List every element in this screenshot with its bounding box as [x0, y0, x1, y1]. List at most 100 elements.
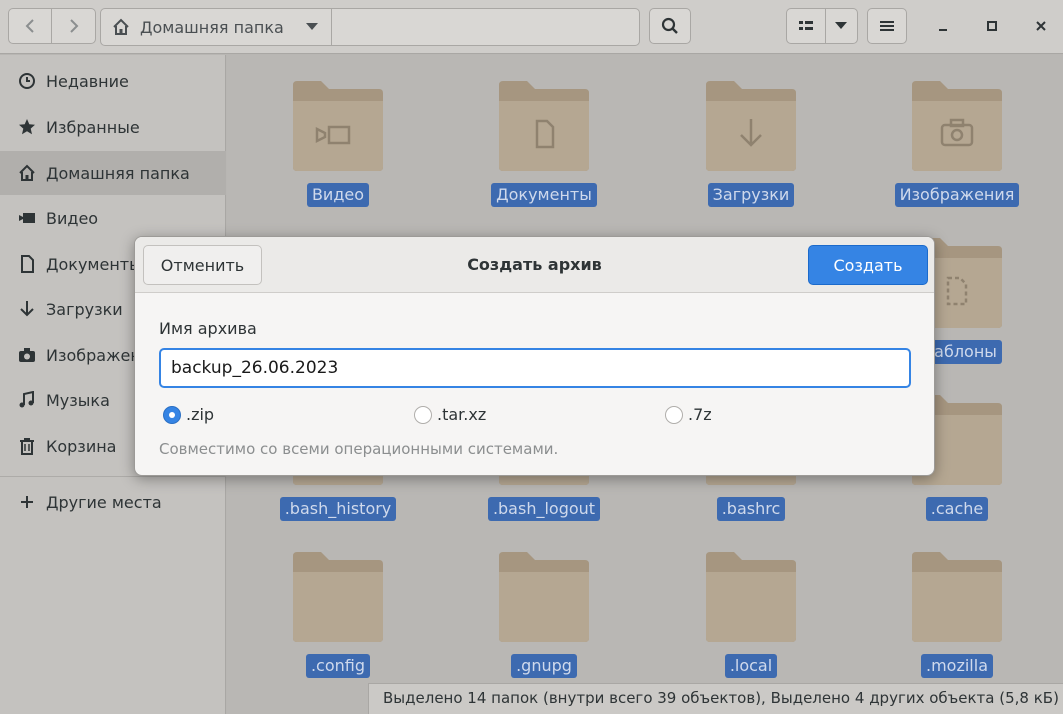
- compatibility-hint: Совместимо со всеми операционными систем…: [159, 440, 559, 458]
- close-icon: [1036, 21, 1046, 31]
- folder-icon: [293, 552, 383, 642]
- camera-icon: [17, 345, 37, 365]
- file-item[interactable]: .mozilla: [867, 526, 1047, 678]
- folder-icon: [912, 552, 1002, 642]
- sidebar-item-label: Документы: [46, 254, 142, 274]
- sidebar-item-other-locations[interactable]: Другие места: [0, 480, 226, 524]
- sidebar-item-label: Загрузки: [46, 299, 123, 319]
- view-buttons: [786, 8, 858, 44]
- file-label: .bash_logout: [487, 497, 601, 521]
- file-label: .config: [305, 654, 371, 678]
- close-button[interactable]: [1027, 12, 1055, 40]
- file-label: .bash_history: [279, 497, 397, 521]
- maximize-button[interactable]: [978, 12, 1006, 40]
- search-button[interactable]: [649, 8, 691, 44]
- sidebar-item-starred[interactable]: Избранные: [0, 105, 226, 149]
- download-icon: [17, 299, 37, 319]
- trash-icon: [17, 436, 37, 456]
- file-label: .mozilla: [921, 654, 993, 678]
- file-label-wrap: .local: [661, 654, 841, 678]
- sidebar-item-label: Корзина: [46, 436, 117, 456]
- radio-label: .zip: [186, 405, 215, 424]
- list-view-button[interactable]: [787, 8, 826, 44]
- view-options-button[interactable]: [826, 8, 857, 44]
- file-item[interactable]: Загрузки: [661, 55, 841, 207]
- create-button[interactable]: Создать: [808, 245, 928, 285]
- chevron-right-icon: [69, 19, 78, 33]
- format-zip-radio[interactable]: .zip: [163, 405, 214, 424]
- file-item[interactable]: Видео: [248, 55, 428, 207]
- dialog-header: Отменить Создать архив Создать: [135, 237, 934, 293]
- plus-icon: [17, 492, 37, 512]
- folder-icon: [706, 81, 796, 171]
- sidebar-item-label: Другие места: [46, 492, 162, 512]
- home-icon: [113, 18, 129, 35]
- file-item[interactable]: .gnupg: [454, 526, 634, 678]
- file-item[interactable]: .config: [248, 526, 428, 678]
- chevron-left-icon: [25, 19, 34, 33]
- file-label-wrap: Документы: [454, 183, 634, 207]
- music-icon: [17, 390, 37, 410]
- path-bar-empty[interactable]: [332, 9, 639, 45]
- file-label: .cache: [925, 497, 989, 521]
- archive-name-label: Имя архива: [159, 319, 257, 338]
- file-label-wrap: .bash_history: [248, 497, 428, 521]
- folder-icon: [499, 81, 589, 171]
- sidebar-item-home[interactable]: Домашняя папка: [0, 151, 226, 195]
- clock-icon: [17, 71, 37, 91]
- folder-icon: [293, 81, 383, 171]
- file-label: Видео: [306, 183, 370, 207]
- file-label: .local: [724, 654, 778, 678]
- file-item[interactable]: Изображения: [867, 55, 1047, 207]
- sidebar-item-label: Музыка: [46, 390, 110, 410]
- file-label: .gnupg: [511, 654, 577, 678]
- file-item[interactable]: .local: [661, 526, 841, 678]
- file-label-wrap: .cache: [867, 497, 1047, 521]
- file-label-wrap: Изображения: [867, 183, 1047, 207]
- file-label: .bashrc: [716, 497, 786, 521]
- file-label-wrap: .bashrc: [661, 497, 841, 521]
- forward-button[interactable]: [52, 8, 95, 44]
- format-tarxz-radio[interactable]: .tar.xz: [414, 405, 486, 424]
- file-label-wrap: .mozilla: [867, 654, 1047, 678]
- chevron-down-icon: [835, 22, 848, 29]
- chevron-down-icon: [306, 23, 318, 30]
- sidebar-divider: [0, 476, 226, 477]
- folder-icon: [706, 552, 796, 642]
- format-7z-radio[interactable]: .7z: [665, 405, 712, 424]
- hamburger-menu-icon: [880, 21, 894, 31]
- file-label: Изображения: [894, 183, 1020, 207]
- radio-indicator: [414, 405, 432, 424]
- sidebar-item-label: Недавние: [46, 71, 129, 91]
- radio-indicator: [665, 405, 683, 424]
- file-label: Загрузки: [707, 183, 795, 207]
- archive-name-input[interactable]: [159, 348, 911, 388]
- minimize-button[interactable]: [929, 12, 957, 40]
- star-icon: [17, 117, 37, 137]
- maximize-icon: [987, 21, 997, 31]
- menu-button[interactable]: [867, 8, 907, 44]
- sidebar-item-label: Избранные: [46, 117, 140, 137]
- sidebar-item-videos[interactable]: Видео: [0, 196, 226, 240]
- file-label: Документы: [491, 183, 597, 207]
- header-bar: Домашняя папка: [0, 0, 1063, 54]
- file-label-wrap: Загрузки: [661, 183, 841, 207]
- radio-label: .tar.xz: [437, 405, 487, 424]
- create-archive-dialog: Отменить Создать архив Создать Имя архив…: [134, 236, 935, 476]
- radio-indicator: [163, 405, 181, 424]
- nav-buttons: [8, 8, 96, 44]
- home-icon: [17, 163, 37, 183]
- sidebar-item-recent[interactable]: Недавние: [0, 59, 226, 103]
- document-icon: [17, 254, 37, 274]
- file-item[interactable]: Документы: [454, 55, 634, 207]
- file-label-wrap: .config: [248, 654, 428, 678]
- back-button[interactable]: [9, 8, 53, 44]
- list-view-icon: [798, 21, 813, 30]
- path-home-label: Домашняя папка: [140, 17, 284, 37]
- folder-icon: [499, 552, 589, 642]
- file-label-wrap: .gnupg: [454, 654, 634, 678]
- file-label-wrap: .bash_logout: [454, 497, 634, 521]
- folder-icon: [912, 81, 1002, 171]
- path-home-button[interactable]: Домашняя папка: [101, 9, 332, 45]
- status-bar: Выделено 14 папок (внутри всего 39 объек…: [368, 683, 1063, 714]
